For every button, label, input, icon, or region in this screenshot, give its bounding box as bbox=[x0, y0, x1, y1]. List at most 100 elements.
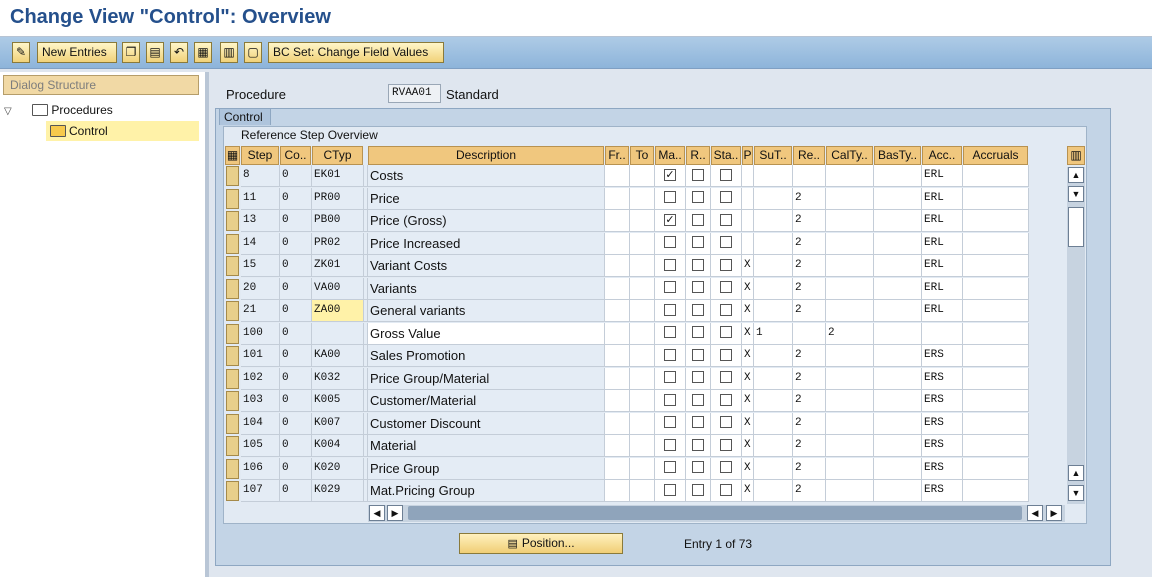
statistical-checkbox[interactable] bbox=[720, 393, 732, 406]
row-selector[interactable] bbox=[226, 211, 239, 231]
scroll-right-icon[interactable]: ▶ bbox=[1046, 505, 1062, 521]
statistical-checkbox[interactable] bbox=[720, 303, 732, 316]
manual-checkbox[interactable] bbox=[664, 303, 676, 316]
cell-desc[interactable]: Customer/Material bbox=[368, 390, 605, 412]
deselect-icon[interactable]: ▢ bbox=[244, 42, 262, 63]
column-header-ctyp[interactable]: CTyp bbox=[312, 146, 363, 165]
statistical-checkbox[interactable] bbox=[720, 191, 732, 204]
new-entries-button[interactable]: New Entries bbox=[37, 42, 117, 63]
scroll-down-icon[interactable]: ▼ bbox=[1068, 485, 1084, 501]
bc-set-button[interactable]: BC Set: Change Field Values bbox=[268, 42, 444, 63]
cell-desc[interactable]: Price Group/Material bbox=[368, 367, 605, 390]
cell-desc[interactable]: Costs bbox=[368, 165, 605, 187]
row-selector[interactable] bbox=[226, 413, 239, 434]
column-header-description[interactable]: Description bbox=[368, 146, 604, 165]
cell-desc[interactable]: Price Group bbox=[368, 457, 605, 480]
cell-desc[interactable]: Price bbox=[368, 187, 605, 210]
statistical-checkbox[interactable] bbox=[720, 326, 732, 339]
required-checkbox[interactable] bbox=[692, 461, 704, 474]
required-checkbox[interactable] bbox=[692, 371, 704, 384]
statistical-checkbox[interactable] bbox=[720, 348, 732, 361]
cell-desc[interactable]: General variants bbox=[368, 300, 605, 322]
statistical-checkbox[interactable] bbox=[720, 371, 732, 384]
manual-checkbox[interactable]: ✓ bbox=[664, 213, 676, 226]
required-checkbox[interactable] bbox=[692, 416, 704, 429]
cell-desc[interactable]: Gross Value bbox=[368, 322, 605, 345]
cell-desc[interactable]: Material bbox=[368, 435, 605, 457]
cell-ctyp[interactable]: K007 bbox=[312, 412, 364, 435]
cell-desc[interactable]: Price Increased bbox=[368, 232, 605, 255]
scroll-right-small-icon[interactable]: ▶ bbox=[387, 505, 403, 521]
statistical-checkbox[interactable] bbox=[720, 168, 732, 181]
required-checkbox[interactable] bbox=[692, 393, 704, 406]
scroll-left-icon[interactable]: ◀ bbox=[369, 505, 385, 521]
manual-checkbox[interactable] bbox=[664, 326, 676, 339]
cell-ctyp[interactable]: ZK01 bbox=[312, 255, 364, 277]
cell-ctyp[interactable]: KA00 bbox=[312, 345, 364, 367]
manual-checkbox[interactable] bbox=[664, 191, 676, 204]
required-checkbox[interactable] bbox=[692, 438, 704, 451]
column-header-step[interactable]: Step bbox=[241, 146, 279, 165]
manual-checkbox[interactable] bbox=[664, 348, 676, 361]
statistical-checkbox[interactable] bbox=[720, 461, 732, 474]
cell-ctyp[interactable]: PB00 bbox=[312, 210, 364, 232]
manual-checkbox[interactable]: ✓ bbox=[664, 168, 676, 181]
required-checkbox[interactable] bbox=[692, 303, 704, 316]
column-header-to[interactable]: To bbox=[630, 146, 654, 165]
cell-ctyp[interactable] bbox=[312, 322, 364, 345]
cell-desc[interactable]: Customer Discount bbox=[368, 412, 605, 435]
column-header-ma[interactable]: Ma.. bbox=[655, 146, 685, 165]
cell-ctyp[interactable]: PR02 bbox=[312, 232, 364, 255]
tree-node-procedures[interactable]: ▽ Procedures bbox=[4, 101, 113, 119]
statistical-checkbox[interactable] bbox=[720, 438, 732, 451]
row-selector[interactable] bbox=[226, 346, 239, 366]
collapse-triangle-icon[interactable]: ▽ bbox=[4, 106, 12, 117]
table-settings-corner[interactable]: ▦ bbox=[225, 146, 240, 165]
required-checkbox[interactable] bbox=[692, 348, 704, 361]
row-selector[interactable] bbox=[226, 278, 239, 299]
cell-ctyp[interactable]: K032 bbox=[312, 367, 364, 390]
required-checkbox[interactable] bbox=[692, 168, 704, 181]
cell-desc[interactable]: Variants bbox=[368, 277, 605, 300]
manual-checkbox[interactable] bbox=[664, 236, 676, 249]
manual-checkbox[interactable] bbox=[664, 371, 676, 384]
row-selector[interactable] bbox=[226, 458, 239, 479]
horizontal-scroll-thumb[interactable] bbox=[408, 506, 1022, 520]
manual-checkbox[interactable] bbox=[664, 393, 676, 406]
manual-checkbox[interactable] bbox=[664, 461, 676, 474]
column-header-re[interactable]: Re.. bbox=[793, 146, 825, 165]
cell-ctyp[interactable]: K029 bbox=[312, 480, 364, 502]
cell-ctyp[interactable]: PR00 bbox=[312, 187, 364, 210]
cell-desc[interactable]: Mat.Pricing Group bbox=[368, 480, 605, 502]
statistical-checkbox[interactable] bbox=[720, 213, 732, 226]
required-checkbox[interactable] bbox=[692, 213, 704, 226]
cell-ctyp[interactable]: K005 bbox=[312, 390, 364, 412]
undo-icon[interactable]: ↶ bbox=[170, 42, 188, 63]
scroll-page-down-icon[interactable]: ▼ bbox=[1068, 186, 1084, 202]
row-selector[interactable] bbox=[226, 391, 239, 411]
manual-checkbox[interactable] bbox=[664, 483, 676, 496]
row-selector[interactable] bbox=[226, 166, 239, 186]
column-header-acc[interactable]: Acc.. bbox=[922, 146, 962, 165]
manual-checkbox[interactable] bbox=[664, 258, 676, 271]
column-header-accruals[interactable]: Accruals bbox=[963, 146, 1028, 165]
manual-checkbox[interactable] bbox=[664, 416, 676, 429]
cell-desc[interactable]: Variant Costs bbox=[368, 255, 605, 277]
scroll-page-up-icon[interactable]: ▲ bbox=[1068, 465, 1084, 481]
manual-checkbox[interactable] bbox=[664, 281, 676, 294]
scroll-left-end-icon[interactable]: ◀ bbox=[1027, 505, 1043, 521]
row-selector[interactable] bbox=[226, 323, 239, 344]
manual-checkbox[interactable] bbox=[664, 438, 676, 451]
pencil-icon[interactable]: ✎ bbox=[12, 42, 30, 63]
statistical-checkbox[interactable] bbox=[720, 236, 732, 249]
column-header-calty[interactable]: CalTy.. bbox=[826, 146, 873, 165]
cell-desc[interactable]: Sales Promotion bbox=[368, 345, 605, 367]
tree-node-control[interactable]: Control bbox=[46, 121, 199, 141]
column-layout-icon[interactable]: ▥ bbox=[1067, 146, 1085, 165]
vertical-scroll-thumb[interactable] bbox=[1068, 207, 1084, 247]
select-all-icon[interactable]: ▦ bbox=[194, 42, 212, 63]
statistical-checkbox[interactable] bbox=[720, 483, 732, 496]
cell-ctyp[interactable]: K004 bbox=[312, 435, 364, 457]
position-button[interactable]: ▤ Position... bbox=[459, 533, 623, 554]
cell-ctyp[interactable]: ZA00 bbox=[312, 300, 364, 322]
